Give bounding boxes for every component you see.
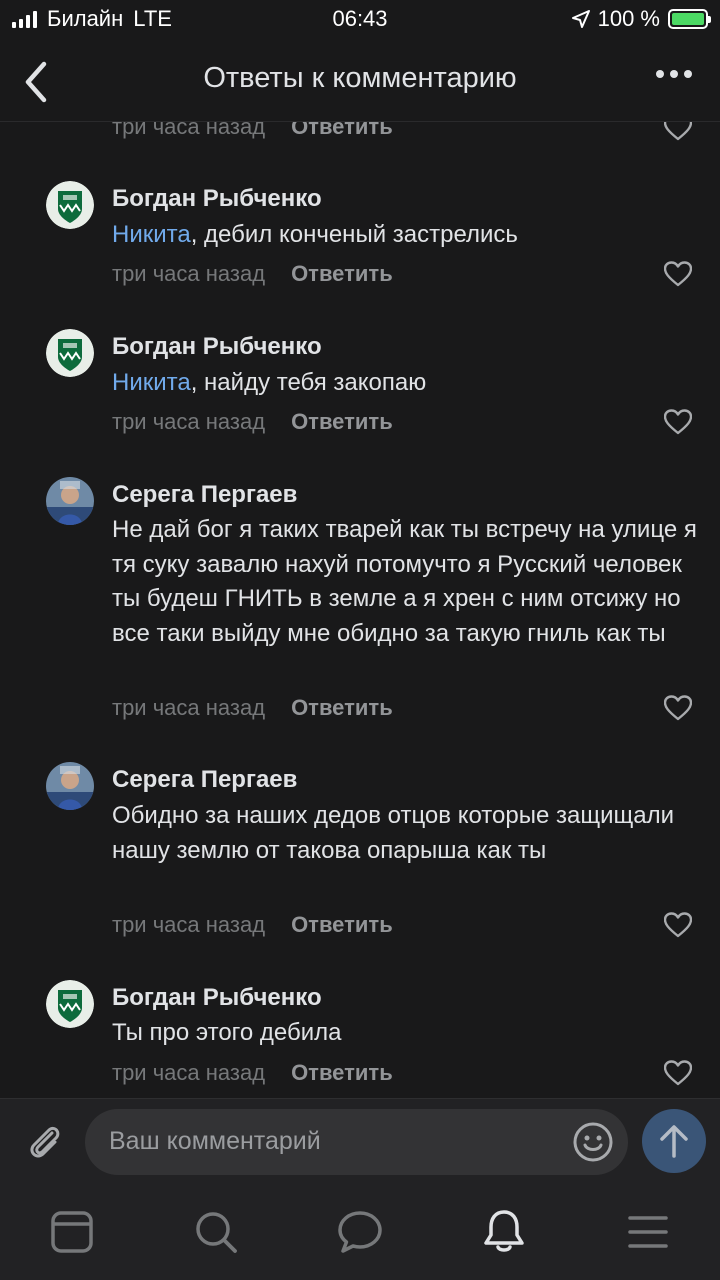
location-arrow-icon <box>571 10 590 28</box>
comment-body: Ты про этого дебила <box>112 1019 342 1046</box>
send-button[interactable] <box>642 1109 706 1173</box>
battery-charging-icon <box>668 9 711 29</box>
comment-meta: три часа назад Ответить <box>112 409 393 435</box>
comment-author[interactable]: Богдан Рыбченко <box>112 984 322 1012</box>
notifications-icon[interactable] <box>480 1208 528 1256</box>
comment-body: Обидно за наших дедов отцов которые защи… <box>112 802 674 864</box>
like-heart-icon[interactable] <box>664 409 692 435</box>
avatar[interactable] <box>46 477 94 525</box>
reply-button[interactable]: Ответить <box>291 695 393 721</box>
comment-text: Обидно за наших дедов отцов которые защи… <box>112 799 702 868</box>
status-bar: Билайн LTE 06:43 100 % <box>0 0 720 40</box>
comment-input[interactable]: Ваш комментарий <box>85 1109 628 1175</box>
battery-percent: 100 % <box>597 6 660 31</box>
comment-time: три часа назад <box>112 912 266 937</box>
comment-input-placeholder: Ваш комментарий <box>109 1127 321 1155</box>
avatar[interactable] <box>46 980 94 1028</box>
comment-meta: три часа назад Ответить <box>112 261 393 287</box>
comment-time: три часа назад <box>112 409 266 434</box>
avatar[interactable] <box>46 762 94 810</box>
like-heart-icon[interactable] <box>664 261 692 287</box>
send-arrow-icon <box>660 1125 688 1158</box>
comment-author[interactable]: Богдан Рыбченко <box>112 185 322 213</box>
screen: три часа назад Ответить Богдан Рыбченко … <box>0 0 720 1280</box>
paperclip-icon[interactable] <box>22 1119 66 1163</box>
mention-link[interactable]: Никита <box>112 221 191 248</box>
comment-text: Никита, дебил конченый застрелись <box>112 218 702 253</box>
comment-author[interactable]: Серега Пергаев <box>112 766 297 794</box>
reply-button[interactable]: Ответить <box>291 912 393 938</box>
comment-meta: три часа назад Ответить <box>112 695 393 721</box>
comment-input-bar: Ваш комментарий <box>0 1098 720 1184</box>
emoji-smile-icon[interactable] <box>572 1121 614 1163</box>
comment-body: Не дай бог я таких тварей как ты встречу… <box>112 516 697 647</box>
tab-bar <box>0 1184 720 1280</box>
menu-icon[interactable] <box>624 1208 672 1256</box>
mention-link[interactable]: Никита <box>112 369 191 396</box>
comment-author[interactable]: Серега Пергаев <box>112 481 297 509</box>
messages-icon[interactable] <box>336 1208 384 1256</box>
comment-author[interactable]: Богдан Рыбченко <box>112 333 322 361</box>
comment-time: три часа назад <box>112 1060 266 1085</box>
reply-button[interactable]: Ответить <box>291 409 393 435</box>
status-right: 100 % <box>571 6 711 32</box>
comment-time: три часа назад <box>112 695 266 720</box>
comment-list[interactable]: три часа назад Ответить Богдан Рыбченко … <box>0 0 720 1098</box>
comment-body: , найду тебя закопаю <box>190 369 427 396</box>
reply-button[interactable]: Ответить <box>291 261 393 287</box>
navigation-bar: Ответы к комментарию <box>0 40 720 122</box>
page-title: Ответы к комментарию <box>203 62 517 94</box>
reply-button[interactable]: Ответить <box>291 1060 393 1086</box>
comment-time: три часа назад <box>112 261 266 286</box>
comment-text: Никита, найду тебя закопаю <box>112 366 702 401</box>
more-options-icon[interactable] <box>656 70 692 78</box>
like-heart-icon[interactable] <box>664 912 692 938</box>
comment-text: Не дай бог я таких тварей как ты встречу… <box>112 513 702 651</box>
comment-body: , дебил конченый застрелись <box>190 221 518 248</box>
avatar[interactable] <box>46 329 94 377</box>
like-heart-icon[interactable] <box>664 1060 692 1086</box>
avatar[interactable] <box>46 181 94 229</box>
like-heart-icon[interactable] <box>664 695 692 721</box>
comment-meta: три часа назад Ответить <box>112 1060 393 1086</box>
comment-text: Ты про этого дебила <box>112 1016 702 1051</box>
comment-meta: три часа назад Ответить <box>112 912 393 938</box>
news-icon[interactable] <box>48 1208 96 1256</box>
search-icon[interactable] <box>192 1208 240 1256</box>
